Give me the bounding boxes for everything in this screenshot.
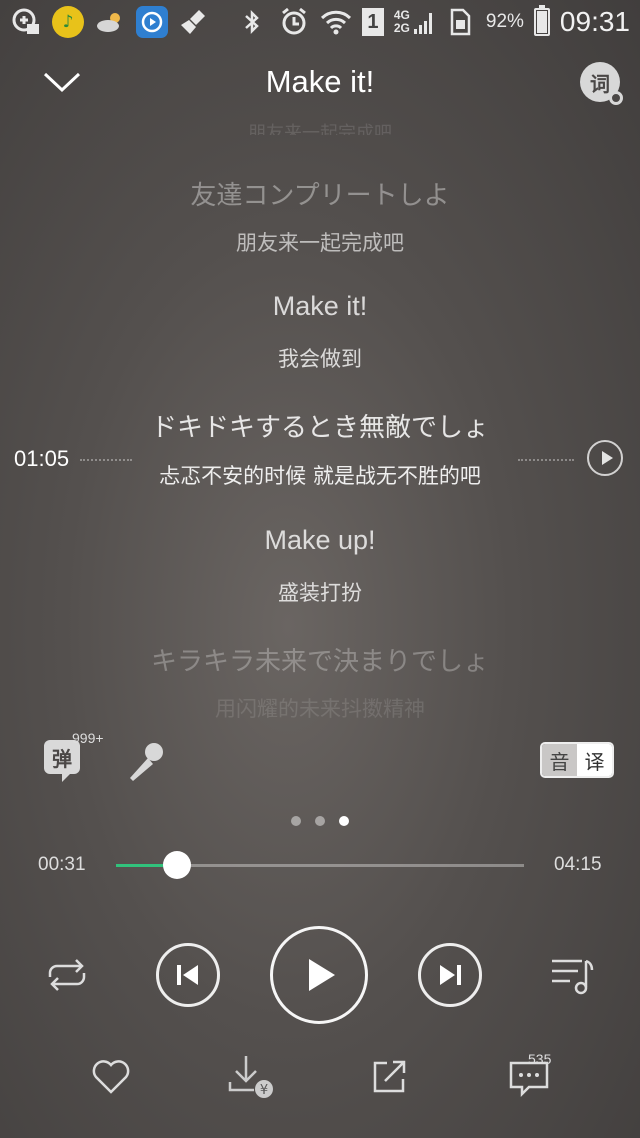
lyric-search-button[interactable]: 词	[580, 62, 623, 105]
video-app-icon	[136, 6, 168, 38]
lyric-translation: 我会做到	[278, 347, 362, 371]
battery-percent: 92%	[485, 11, 524, 32]
play-icon	[309, 959, 335, 991]
lyrics-panel[interactable]: 朋友来一起完成吧 友達コンプリートしよ 朋友来一起完成吧 Make it! 我会…	[0, 115, 640, 725]
broom-clean-icon	[178, 7, 210, 37]
comment-count: 535	[528, 1051, 552, 1067]
weather-cloud-icon	[94, 7, 126, 37]
page-dot[interactable]	[315, 816, 325, 826]
current-time: 00:31	[38, 854, 86, 875]
bluetooth-icon	[236, 7, 268, 37]
lyric-original: キラキラ未来で決まりでしょ	[150, 647, 489, 677]
karaoke-button[interactable]	[122, 740, 168, 786]
lyric-translation: 盛装打扮	[278, 581, 362, 605]
progress-thumb[interactable]	[162, 851, 191, 879]
lyric-original-current: ドキドキするとき無敵でしょ	[150, 413, 489, 443]
skip-next-icon	[440, 965, 461, 985]
repeat-mode-button[interactable]	[42, 952, 92, 998]
lyric-translation: 用闪耀的未来抖擞精神	[215, 697, 425, 721]
share-button[interactable]	[364, 1054, 414, 1100]
network-type-2g: 2G	[393, 21, 410, 35]
battery-icon	[533, 5, 550, 36]
danmaku-button[interactable]: 弹 999+	[44, 730, 104, 782]
seek-guide-right	[518, 459, 574, 461]
lyric-original: Make it!	[272, 291, 368, 321]
play-from-lyric-button[interactable]	[587, 440, 623, 476]
sim-card-icon	[444, 7, 476, 37]
lyric-language-toggle[interactable]: 音 译	[540, 742, 614, 778]
page-dot-active[interactable]	[339, 816, 349, 826]
status-bar: ♪ 1 4G 2G 92% 09:31	[0, 0, 640, 44]
qq-music-add-icon	[10, 7, 42, 37]
lyric-original-toggle[interactable]: 音	[542, 744, 577, 776]
playlist-icon	[552, 959, 594, 995]
lyric-translation-toggle[interactable]: 译	[577, 744, 612, 776]
lyric-translation: 朋友来一起完成吧	[236, 231, 404, 255]
like-button[interactable]	[86, 1054, 136, 1100]
lyric-seek-time: 01:05	[14, 446, 70, 471]
seek-guide-left	[80, 459, 132, 461]
song-title: Make it!	[265, 64, 375, 99]
next-track-button[interactable]	[418, 943, 482, 1007]
status-system: 1 4G 2G 92% 09:31	[236, 5, 630, 38]
alarm-icon	[278, 7, 310, 37]
microphone-icon	[130, 743, 163, 781]
progress-slider[interactable]	[116, 851, 524, 879]
skip-previous-icon	[177, 965, 198, 985]
status-notifications: ♪	[10, 6, 210, 38]
lyric-search-label: 词	[590, 71, 610, 96]
magnifier-icon	[609, 91, 623, 105]
status-time: 09:31	[559, 6, 630, 37]
lyric-original: 友達コンプリートしよ	[190, 181, 450, 211]
lyric-line-faded-partial: 朋友来一起完成吧	[248, 123, 392, 135]
sim-1-icon: 1	[361, 8, 384, 36]
play-pause-button[interactable]	[270, 926, 368, 1024]
cell-signal-icon: 4G 2G	[394, 8, 434, 36]
danmaku-count: 999+	[72, 730, 104, 746]
repeat-icon	[48, 959, 86, 991]
qq-music-app-icon: ♪	[52, 6, 84, 38]
download-button[interactable]: ¥	[226, 1054, 276, 1100]
danmaku-label: 弹	[52, 746, 72, 771]
download-paid-icon: ¥	[228, 1056, 273, 1098]
svg-text:¥: ¥	[260, 1083, 268, 1098]
previous-track-button[interactable]	[156, 943, 220, 1007]
page-dot[interactable]	[291, 816, 301, 826]
playlist-button[interactable]	[548, 952, 596, 998]
page-indicator	[0, 816, 640, 826]
top-bar: Make it! 词	[0, 48, 640, 118]
lyric-original: Make up!	[264, 525, 376, 555]
wifi-icon	[320, 7, 352, 37]
share-icon	[373, 1060, 406, 1093]
heart-icon	[92, 1060, 130, 1094]
total-time: 04:15	[554, 854, 602, 875]
lyric-translation-current: 忐忑不安的时候 就是战无不胜的吧	[159, 464, 481, 488]
